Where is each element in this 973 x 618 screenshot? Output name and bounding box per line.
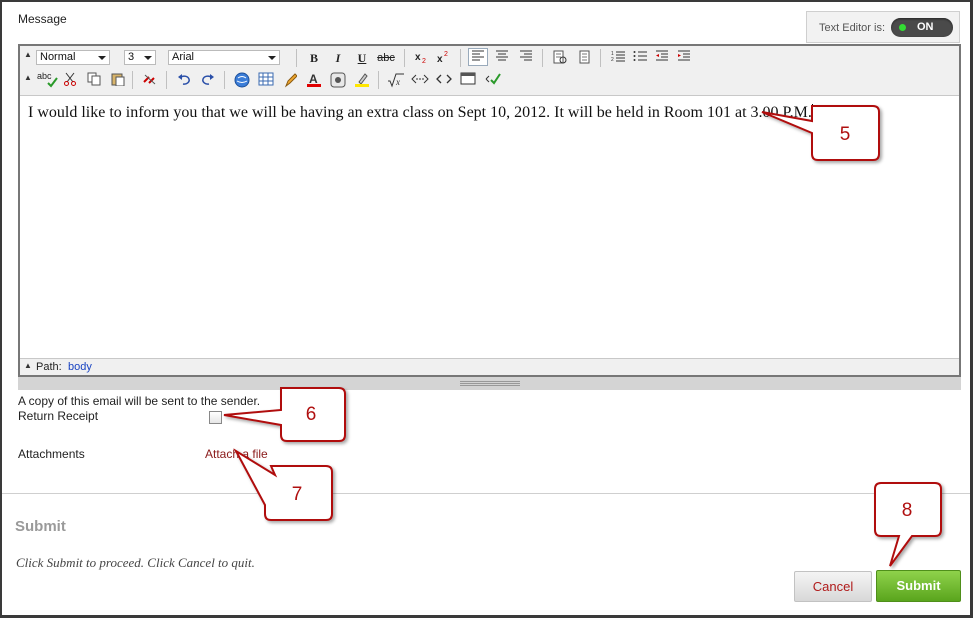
highlight-color-icon[interactable] — [352, 71, 372, 89]
text-editor-toggle-panel: Text Editor is: ON — [806, 11, 960, 43]
return-receipt-label: Return Receipt — [18, 409, 99, 423]
toolbar-separator — [600, 49, 601, 67]
paste-icon[interactable] — [108, 71, 128, 89]
redo-icon[interactable] — [198, 71, 218, 89]
toolbar-separator — [224, 71, 225, 89]
toggle-indicator-icon — [899, 24, 906, 31]
cut-icon[interactable] — [60, 71, 80, 89]
numbered-list-icon[interactable]: 12 — [608, 49, 628, 67]
svg-text:A: A — [309, 72, 318, 86]
submit-heading: Submit — [15, 518, 66, 535]
text-color-icon[interactable]: A — [304, 71, 324, 89]
align-left-icon[interactable] — [468, 48, 488, 66]
toggle-state-label: ON — [917, 21, 934, 33]
toolbar-separator — [296, 49, 297, 67]
dropdown-arrow-icon — [98, 56, 106, 60]
remove-link-icon[interactable] — [140, 71, 160, 89]
rich-text-editor: ▲ Normal 3 Arial B I U abc x2 x2 12 ▲ ab… — [18, 44, 961, 377]
underline-icon[interactable]: U — [352, 49, 372, 67]
strikethrough-icon[interactable]: abc — [374, 49, 398, 67]
font-size-select[interactable]: 3 — [124, 50, 156, 65]
svg-text:2: 2 — [444, 51, 448, 58]
message-label: Message — [18, 12, 67, 26]
section-divider — [2, 493, 970, 494]
editor-resize-handle[interactable] — [18, 377, 961, 390]
validate-icon[interactable] — [482, 71, 502, 89]
return-receipt-checkbox[interactable] — [209, 411, 222, 424]
dropdown-arrow-icon — [144, 56, 152, 60]
superscript-icon[interactable]: x2 — [434, 49, 454, 67]
align-center-icon[interactable] — [492, 49, 512, 67]
attachments-label: Attachments — [18, 447, 85, 461]
message-body-text: I would like to inform you that we will … — [28, 104, 812, 121]
paragraph-format-select[interactable]: Normal — [36, 50, 110, 65]
editor-content-area[interactable]: I would like to inform you that we will … — [28, 104, 813, 122]
text-editor-toggle[interactable]: ON — [891, 18, 953, 37]
editor-status-bar: ▲ Path: body — [20, 358, 959, 375]
path-label: Path: — [36, 361, 62, 373]
resize-grip-icon — [460, 381, 520, 386]
toolbar-separator — [378, 71, 379, 89]
collapse-toolbar-icon[interactable]: ▲ — [24, 50, 32, 59]
font-size-value: 3 — [128, 51, 135, 63]
spellcheck-icon[interactable]: abc — [36, 70, 58, 88]
svg-text:x: x — [395, 77, 400, 87]
text-editor-label: Text Editor is: — [819, 22, 886, 34]
special-character-icon[interactable] — [328, 71, 348, 89]
copy-icon[interactable] — [84, 71, 104, 89]
svg-text:2: 2 — [422, 58, 426, 64]
toolbar-separator — [132, 71, 133, 89]
font-family-select[interactable]: Arial — [168, 50, 280, 65]
toolbar-separator — [460, 49, 461, 67]
insert-link-globe-icon[interactable] — [232, 71, 252, 89]
collapse-toolbar-icon[interactable]: ▲ — [24, 73, 32, 82]
svg-text:x: x — [437, 54, 443, 64]
svg-text:2: 2 — [611, 57, 614, 62]
undo-icon[interactable] — [174, 71, 194, 89]
html-source-icon[interactable] — [434, 71, 454, 89]
text-caret — [811, 104, 813, 120]
font-family-value: Arial — [172, 51, 195, 63]
svg-text:abc: abc — [37, 71, 52, 81]
path-value-link[interactable]: body — [68, 361, 92, 373]
expand-status-icon[interactable]: ▲ — [24, 361, 32, 370]
paragraph-format-value: Normal — [40, 51, 76, 63]
find-replace-icon[interactable] — [574, 49, 594, 67]
attach-file-link[interactable]: Attach a file — [205, 447, 268, 461]
toolbar-separator — [542, 49, 543, 67]
italic-icon[interactable]: I — [328, 49, 348, 67]
preview-icon[interactable] — [458, 71, 478, 89]
insert-anchor-icon[interactable] — [410, 71, 430, 89]
outdent-icon[interactable] — [652, 49, 672, 67]
bold-icon[interactable]: B — [304, 49, 324, 67]
insert-table-icon[interactable] — [256, 71, 276, 89]
svg-text:x: x — [415, 52, 421, 63]
toolbar-separator — [166, 71, 167, 89]
indent-icon[interactable] — [674, 49, 694, 67]
toolbar-separator — [404, 49, 405, 67]
bullet-list-icon[interactable] — [630, 49, 650, 67]
submit-instruction: Click Submit to proceed. Click Cancel to… — [16, 555, 255, 570]
submit-button[interactable]: Submit — [876, 570, 961, 602]
editor-toolbar: ▲ Normal 3 Arial B I U abc x2 x2 12 ▲ ab… — [20, 46, 959, 96]
subscript-icon[interactable]: x2 — [412, 49, 432, 67]
dropdown-arrow-icon — [268, 56, 276, 60]
pencil-icon[interactable] — [280, 71, 300, 89]
align-right-icon[interactable] — [516, 49, 536, 67]
math-formula-icon[interactable]: x — [386, 71, 406, 89]
cancel-button[interactable]: Cancel — [794, 571, 872, 602]
copy-note: A copy of this email will be sent to the… — [18, 394, 261, 408]
find-icon[interactable] — [550, 49, 570, 67]
